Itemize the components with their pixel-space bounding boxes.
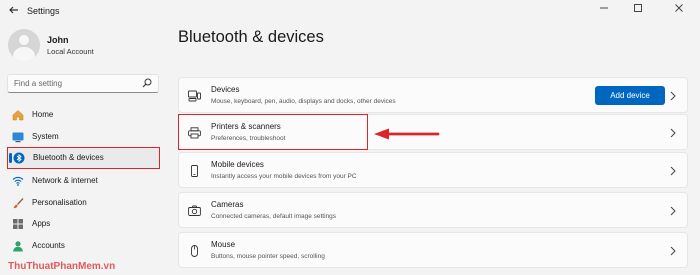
- card-mobile-devices[interactable]: Mobile devices Instantly access your mob…: [178, 152, 688, 188]
- card-cameras[interactable]: Cameras Connected cameras, default image…: [178, 192, 688, 228]
- watermark-text: ThuThuatPhanMem.vn: [8, 261, 116, 272]
- wifi-icon: [12, 176, 24, 186]
- annotation-arrow: [374, 128, 440, 140]
- person-icon: [13, 241, 23, 252]
- sidebar-item-apps[interactable]: Apps: [7, 214, 159, 234]
- title-bar: Settings: [0, 0, 700, 24]
- card-description: Buttons, mouse pointer speed, scrolling: [211, 253, 325, 260]
- card-title: Printers & scanners: [211, 122, 281, 131]
- chevron-right-icon: [670, 166, 676, 176]
- chevron-right-icon: [670, 206, 676, 216]
- sidebar-item-label: Bluetooth & devices: [33, 153, 104, 162]
- maximize-icon[interactable]: [623, 1, 653, 19]
- card-mouse[interactable]: Mouse Buttons, mouse pointer speed, scro…: [178, 232, 688, 268]
- card-description: Instantly access your mobile devices fro…: [211, 173, 357, 180]
- sidebar-item-label: System: [32, 132, 59, 141]
- printer-icon: [188, 127, 201, 139]
- card-title: Cameras: [211, 200, 244, 209]
- home-icon: [12, 110, 24, 121]
- chevron-right-icon: [670, 128, 676, 138]
- card-title: Devices: [211, 85, 240, 94]
- card-description: Preferences, troubleshoot: [211, 135, 286, 142]
- sidebar-item-network[interactable]: Network & internet: [7, 171, 159, 191]
- search-placeholder: Find a setting: [14, 79, 63, 88]
- card-description: Connected cameras, default image setting…: [211, 213, 337, 220]
- card-devices[interactable]: Devices Mouse, keyboard, pen, audio, dis…: [178, 77, 688, 113]
- card-printers-scanners[interactable]: Printers & scanners Preferences, trouble…: [178, 114, 368, 150]
- sidebar-item-home[interactable]: Home: [7, 105, 159, 125]
- sidebar-item-personalisation[interactable]: Personalisation: [7, 193, 159, 213]
- apps-icon: [13, 219, 23, 229]
- chevron-right-icon: [670, 91, 676, 101]
- phone-icon: [191, 165, 198, 177]
- sidebar-item-label: Apps: [32, 219, 51, 228]
- sidebar-item-bluetooth[interactable]: Bluetooth & devices: [7, 147, 160, 169]
- profile-account-type: Local Account: [47, 47, 94, 56]
- close-icon[interactable]: [664, 1, 694, 19]
- devices-icon: [188, 90, 201, 102]
- sidebar-item-system[interactable]: System: [7, 127, 159, 147]
- card-description: Mouse, keyboard, pen, audio, displays an…: [211, 98, 396, 105]
- sidebar-item-accounts[interactable]: Accounts: [7, 236, 159, 256]
- chevron-right-icon: [670, 246, 676, 256]
- search-input[interactable]: Find a setting: [7, 74, 159, 93]
- sidebar-item-label: Home: [32, 110, 54, 119]
- selection-indicator: [9, 153, 12, 163]
- monitor-icon: [12, 132, 24, 143]
- app-title: Settings: [27, 6, 60, 16]
- profile-name: John: [47, 35, 69, 45]
- minimize-icon[interactable]: [589, 1, 619, 19]
- card-title: Mouse: [211, 240, 236, 249]
- card-title: Mobile devices: [211, 160, 264, 169]
- avatar[interactable]: [8, 29, 40, 61]
- mouse-icon: [191, 245, 198, 257]
- camera-icon: [188, 205, 201, 216]
- sidebar-item-label: Network & internet: [32, 176, 98, 185]
- sidebar-item-label: Personalisation: [32, 198, 87, 207]
- search-icon: [142, 78, 152, 88]
- add-device-button[interactable]: Add device: [595, 86, 665, 105]
- bluetooth-icon: [13, 152, 25, 164]
- sidebar-item-label: Accounts: [32, 241, 65, 250]
- paintbrush-icon: [13, 198, 24, 209]
- page-title: Bluetooth & devices: [178, 28, 324, 46]
- back-arrow-icon[interactable]: [6, 4, 22, 20]
